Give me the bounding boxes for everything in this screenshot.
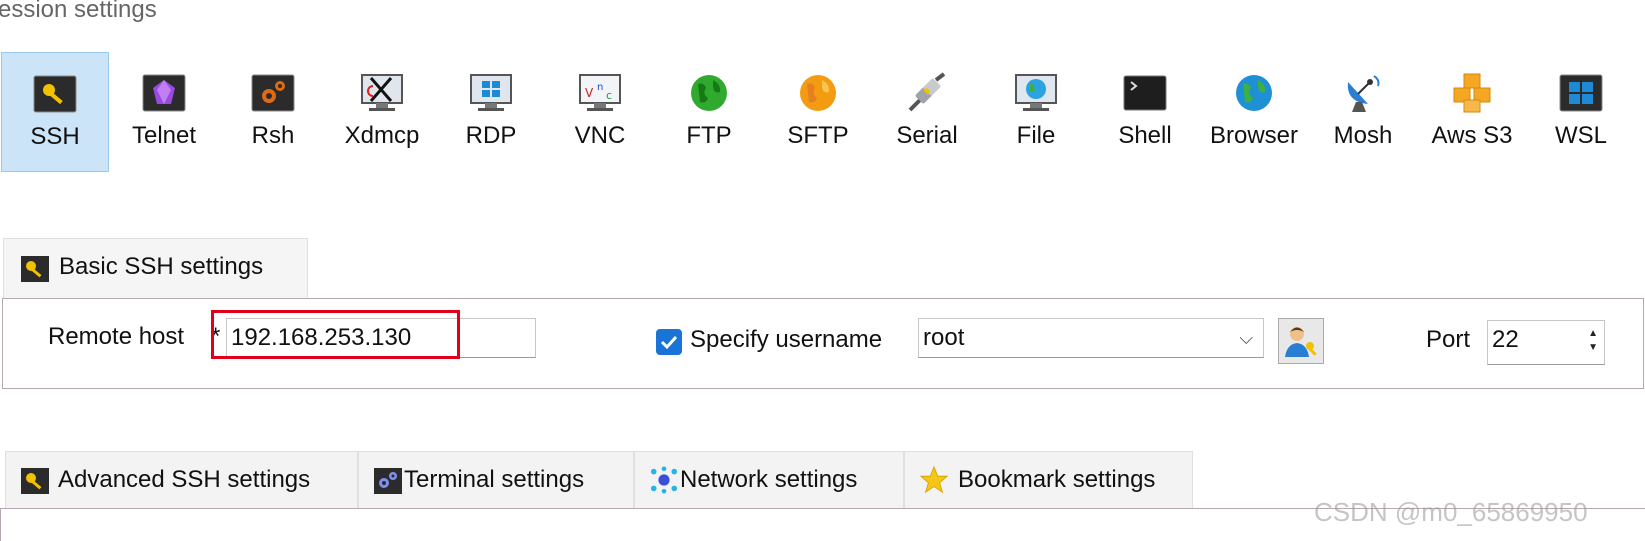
username-select[interactable]: root ⌵ — [918, 318, 1264, 358]
session-type-vnc[interactable]: V n c VNC — [546, 52, 654, 172]
sftp-globe-orange-icon — [800, 75, 836, 111]
session-type-label: SSH — [30, 123, 80, 150]
session-type-wsl[interactable]: WSL — [1527, 52, 1635, 172]
stepper-up-icon[interactable]: ▲ — [1588, 329, 1598, 339]
port-label: Port — [1426, 326, 1471, 353]
session-type-browser[interactable]: Browser — [1200, 52, 1308, 172]
session-type-aws-s3[interactable]: Aws S3 — [1418, 52, 1526, 172]
network-nodes-icon — [650, 466, 678, 494]
session-type-telnet[interactable]: Telnet — [110, 52, 218, 172]
session-type-file[interactable]: File — [982, 52, 1090, 172]
session-type-label: Browser — [1209, 122, 1299, 149]
session-type-label: Rsh — [251, 122, 295, 149]
xdmcp-x-icon — [361, 74, 403, 111]
specify-username-label: Specify username — [690, 326, 883, 353]
svg-text:V: V — [585, 86, 594, 100]
tab-basic-ssh-settings[interactable]: Basic SSH settings — [3, 238, 308, 300]
session-type-label: SFTP — [787, 122, 849, 149]
session-type-rsh[interactable]: Rsh — [219, 52, 327, 172]
session-type-label: RDP — [465, 122, 517, 149]
telnet-gem-icon — [142, 74, 186, 112]
tab-label: Network settings — [680, 466, 858, 493]
wsl-windows-icon — [1559, 74, 1603, 112]
session-type-bar: SSH Telnet Rsh Xdmcp RDP V n c VNC FTP S… — [0, 52, 1645, 172]
tab-label: Advanced SSH settings — [58, 466, 311, 493]
session-type-label: Mosh — [1333, 122, 1393, 149]
key-icon — [21, 256, 49, 282]
session-type-label: FTP — [686, 122, 732, 149]
terminal-gears-icon — [374, 468, 402, 494]
username-value: root — [923, 324, 965, 351]
svg-text:c: c — [606, 89, 612, 102]
session-type-rdp[interactable]: RDP — [437, 52, 545, 172]
session-type-label: WSL — [1554, 122, 1607, 149]
session-type-label: Aws S3 — [1431, 122, 1513, 149]
session-type-label: VNC — [574, 122, 626, 149]
session-type-label: Serial — [896, 122, 958, 149]
aws-s3-cubes-icon — [1453, 73, 1491, 113]
port-stepper[interactable]: 22 ▲ ▼ — [1487, 320, 1605, 365]
file-monitor-globe-icon — [1015, 74, 1057, 111]
svg-text:n: n — [597, 82, 603, 93]
session-type-label: Xdmcp — [344, 122, 420, 149]
session-type-mosh[interactable]: Mosh — [1309, 52, 1417, 172]
ssh-key-icon — [33, 75, 77, 113]
tab-network-settings[interactable]: Network settings — [634, 451, 904, 509]
serial-plug-icon — [908, 72, 946, 112]
user-key-icon — [1285, 327, 1317, 357]
chevron-down-icon[interactable]: ⌵ — [1239, 319, 1253, 357]
rdp-windows-monitor-icon — [470, 74, 512, 111]
session-type-label: File — [1016, 122, 1056, 149]
tab-label: Terminal settings — [404, 466, 585, 493]
session-type-label: Shell — [1118, 122, 1172, 149]
user-credentials-button[interactable] — [1278, 318, 1324, 364]
highlight-box — [211, 310, 460, 359]
shell-terminal-icon — [1123, 75, 1167, 111]
remote-host-label: Remote host — [48, 323, 185, 350]
port-value: 22 — [1492, 326, 1519, 353]
tab-bookmark-settings[interactable]: Bookmark settings — [904, 451, 1193, 509]
vnc-monitor-icon: V n c — [579, 74, 621, 111]
star-icon — [919, 466, 949, 494]
window-title: ession settings — [0, 0, 157, 23]
session-type-ftp[interactable]: FTP — [655, 52, 763, 172]
session-type-serial[interactable]: Serial — [873, 52, 981, 172]
tab-advanced-ssh-settings[interactable]: Advanced SSH settings — [5, 451, 358, 509]
specify-username-checkbox[interactable] — [656, 329, 682, 355]
ftp-globe-green-icon — [691, 75, 727, 111]
watermark: CSDN @m0_65869950 — [1314, 497, 1588, 527]
key-icon — [21, 468, 49, 494]
rsh-gears-icon — [251, 74, 295, 112]
check-icon — [660, 335, 678, 350]
mosh-satellite-icon — [1347, 75, 1380, 112]
browser-globe-icon — [1236, 75, 1272, 111]
tab-label: Bookmark settings — [958, 466, 1156, 493]
session-type-sftp[interactable]: SFTP — [764, 52, 872, 172]
session-type-shell[interactable]: Shell — [1091, 52, 1199, 172]
session-type-xdmcp[interactable]: Xdmcp — [328, 52, 436, 172]
tab-terminal-settings[interactable]: Terminal settings — [358, 451, 634, 509]
stepper-down-icon[interactable]: ▼ — [1588, 343, 1598, 353]
tab-label: Basic SSH settings — [59, 253, 264, 280]
session-type-label: Telnet — [131, 122, 197, 149]
session-type-ssh[interactable]: SSH — [1, 52, 109, 172]
